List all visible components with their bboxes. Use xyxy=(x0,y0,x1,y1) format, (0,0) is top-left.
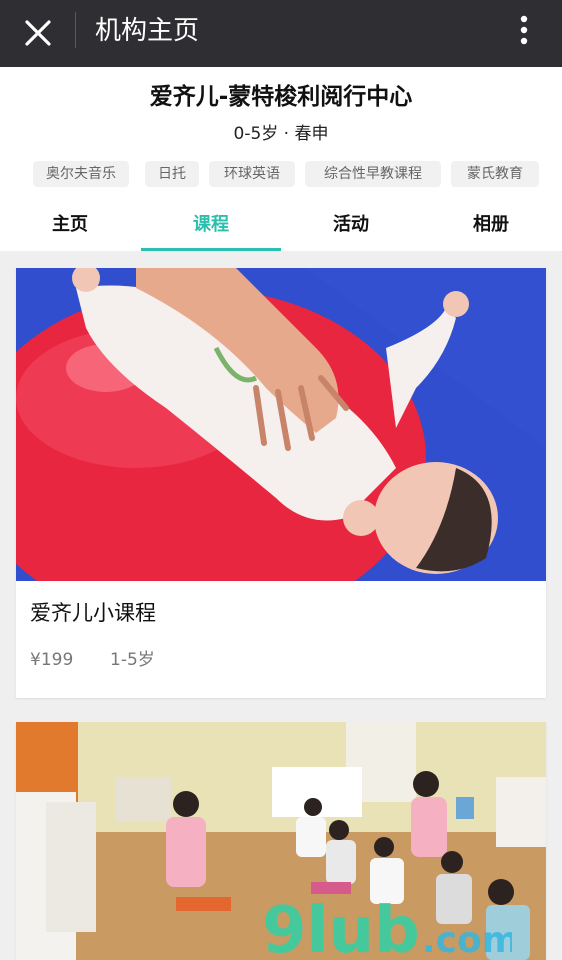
watermark-logo: 9lub .com xyxy=(262,894,512,960)
tag-chip: 奥尔夫音乐 xyxy=(33,161,129,187)
more-vertical-icon[interactable] xyxy=(508,10,540,54)
tab-label: 课程 xyxy=(193,214,229,235)
tab-home[interactable]: 主页 xyxy=(0,205,140,251)
tag-chip: 蒙氏教育 xyxy=(451,161,539,187)
active-tab-indicator xyxy=(141,248,281,251)
topbar-divider xyxy=(75,12,76,48)
page-title: 机构主页 xyxy=(95,16,200,46)
tab-album[interactable]: 相册 xyxy=(421,205,561,251)
tag-chip: 环球英语 xyxy=(209,161,295,187)
tag-chip: 日托 xyxy=(145,161,199,187)
svg-text:.com: .com xyxy=(422,920,512,960)
svg-text:9lub: 9lub xyxy=(262,894,420,960)
course-card[interactable]: 爱齐儿小课程 ¥199 1-5岁 xyxy=(16,268,546,698)
course-price: ¥199 xyxy=(30,650,74,670)
org-header: 爱齐儿-蒙特梭利阅行中心 0-5岁 · 春申 奥尔夫音乐 日托 环球英语 综合性… xyxy=(0,67,562,251)
tab-bar: 主页 课程 活动 相册 xyxy=(0,205,562,251)
tab-label: 活动 xyxy=(333,214,369,235)
tab-label: 主页 xyxy=(52,214,88,235)
tab-label: 相册 xyxy=(473,214,509,235)
course-age-range: 1-5岁 xyxy=(110,650,155,670)
tag-chip: 综合性早教课程 xyxy=(305,161,441,187)
tab-activities[interactable]: 活动 xyxy=(281,205,421,251)
tab-courses[interactable]: 课程 xyxy=(141,205,281,251)
org-name: 爱齐儿-蒙特梭利阅行中心 xyxy=(149,84,413,110)
org-subtitle: 0-5岁 · 春申 xyxy=(233,124,329,144)
course-title: 爱齐儿小课程 xyxy=(30,601,156,625)
baby-on-exercise-ball-photo xyxy=(16,268,546,581)
close-icon[interactable] xyxy=(18,13,58,53)
top-bar: 机构主页 xyxy=(0,0,562,67)
